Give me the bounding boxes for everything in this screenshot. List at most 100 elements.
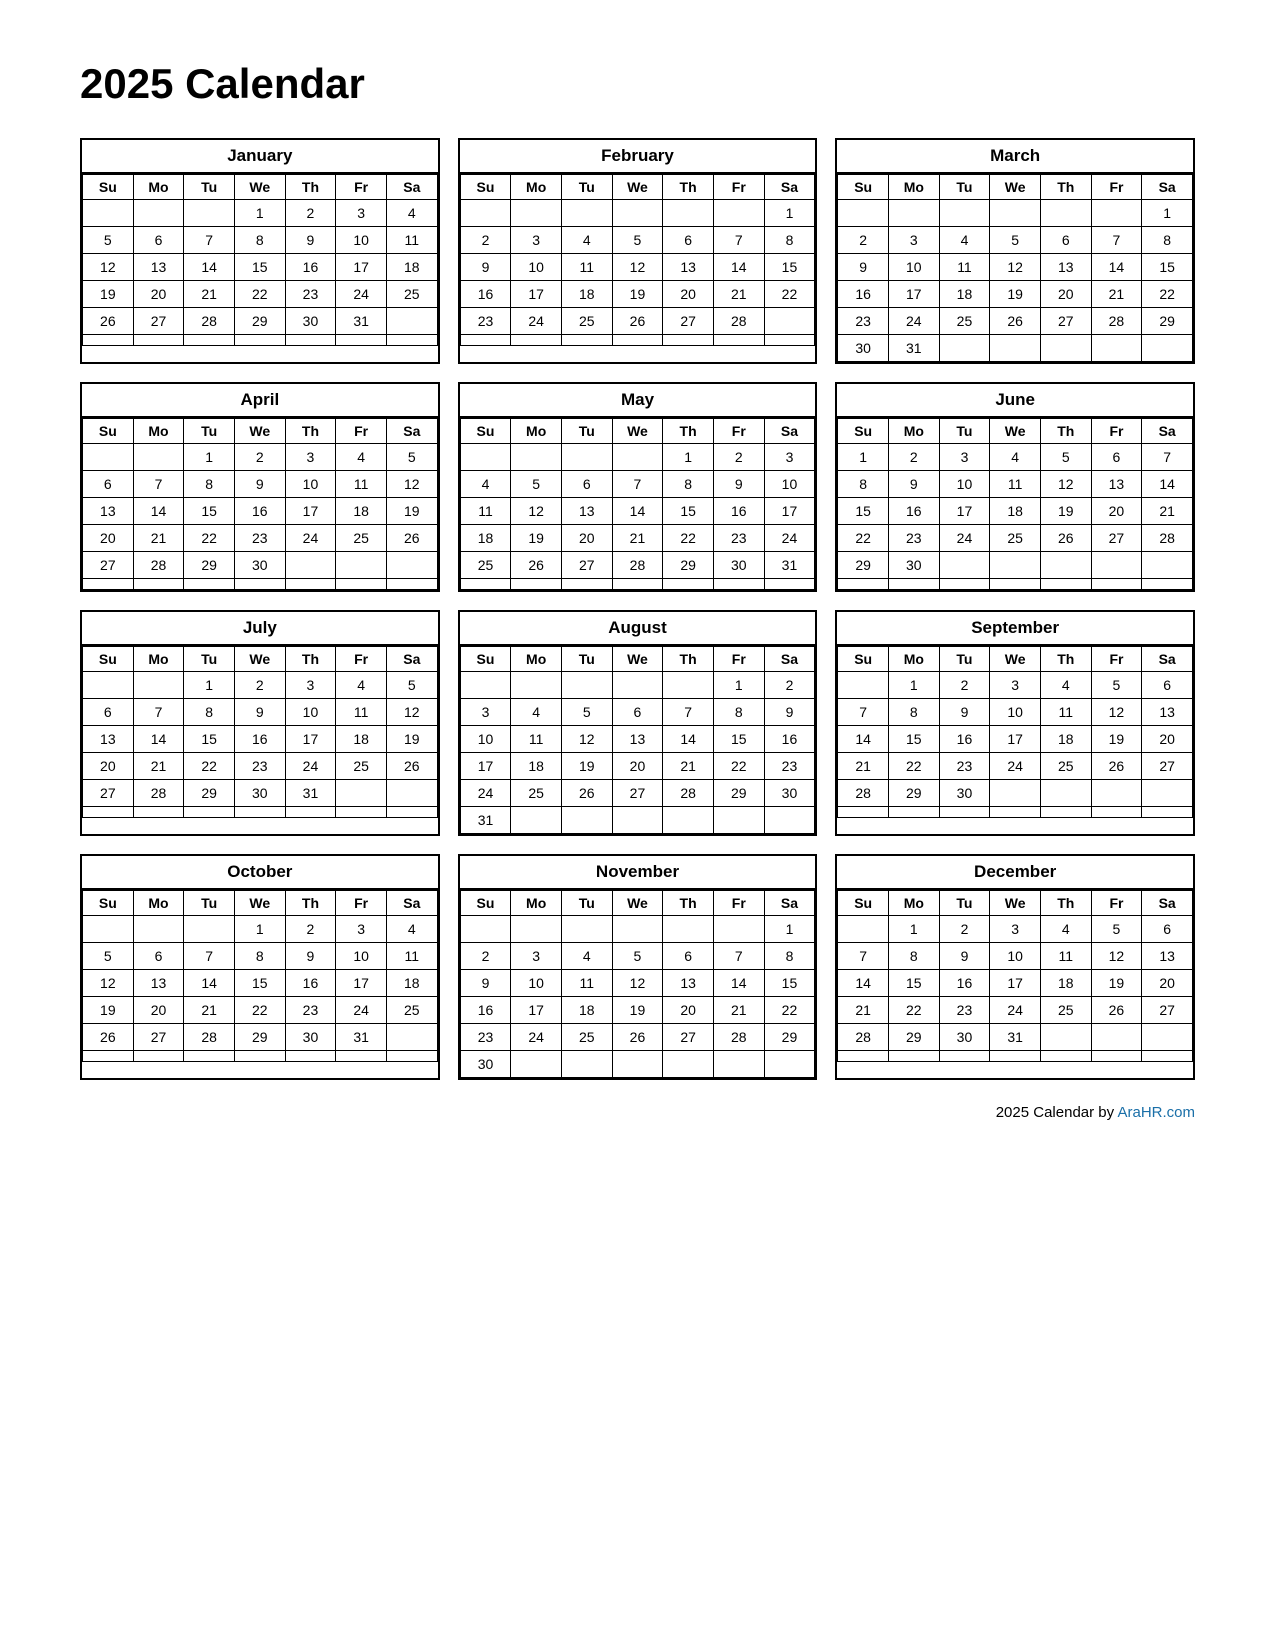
calendar-day <box>511 444 562 471</box>
day-header-tu: Tu <box>561 891 612 916</box>
calendar-day: 13 <box>663 254 714 281</box>
calendar-day <box>990 200 1041 227</box>
calendar-day: 7 <box>713 227 764 254</box>
day-header-tu: Tu <box>184 419 235 444</box>
calendar-day: 18 <box>386 254 437 281</box>
calendar-day: 14 <box>1091 254 1142 281</box>
calendar-day <box>663 1051 714 1078</box>
month-march: MarchSuMoTuWeThFrSa123456789101112131415… <box>835 138 1195 364</box>
calendar-day: 13 <box>1091 471 1142 498</box>
table-row: 2345678 <box>460 227 815 254</box>
calendar-day: 16 <box>764 726 815 753</box>
calendar-day <box>713 200 764 227</box>
calendar-day: 6 <box>1040 227 1091 254</box>
calendar-day: 7 <box>133 471 184 498</box>
calendar-day: 11 <box>1040 699 1091 726</box>
month-title-january: January <box>82 140 438 174</box>
calendar-day: 24 <box>285 525 336 552</box>
day-header-th: Th <box>663 891 714 916</box>
day-header-sa: Sa <box>764 647 815 672</box>
calendar-day: 28 <box>713 308 764 335</box>
calendar-day <box>133 335 184 346</box>
calendar-day <box>285 807 336 818</box>
calendar-day: 30 <box>939 1024 990 1051</box>
calendar-day: 10 <box>511 254 562 281</box>
calendar-day <box>939 552 990 579</box>
calendar-day <box>561 579 612 590</box>
calendar-day <box>713 579 764 590</box>
calendar-day: 25 <box>561 1024 612 1051</box>
calendar-day: 12 <box>83 254 134 281</box>
calendar-day: 19 <box>1040 498 1091 525</box>
calendar-day <box>511 335 562 346</box>
calendar-day <box>460 444 511 471</box>
table-row <box>83 807 438 818</box>
calendar-day: 15 <box>184 498 235 525</box>
calendar-day: 1 <box>234 200 285 227</box>
calendar-day: 28 <box>1142 525 1193 552</box>
day-header-th: Th <box>663 419 714 444</box>
calendar-day: 19 <box>990 281 1041 308</box>
day-header-fr: Fr <box>1091 175 1142 200</box>
calendar-day: 14 <box>184 254 235 281</box>
calendar-day <box>234 1051 285 1062</box>
month-october: OctoberSuMoTuWeThFrSa1234567891011121314… <box>80 854 440 1080</box>
calendar-day <box>460 672 511 699</box>
calendar-day <box>1040 200 1091 227</box>
calendar-day: 15 <box>234 254 285 281</box>
day-header-mo: Mo <box>888 891 939 916</box>
calendar-day: 26 <box>1091 997 1142 1024</box>
calendar-day <box>1040 579 1091 590</box>
calendar-day <box>133 200 184 227</box>
calendar-day: 25 <box>386 281 437 308</box>
calendar-day <box>184 579 235 590</box>
calendar-day <box>1091 552 1142 579</box>
day-header-we: We <box>234 175 285 200</box>
calendar-day: 20 <box>1091 498 1142 525</box>
calendar-day <box>133 672 184 699</box>
calendar-day: 4 <box>336 444 387 471</box>
calendar-day: 12 <box>386 471 437 498</box>
calendar-day <box>184 335 235 346</box>
calendar-day: 12 <box>612 970 663 997</box>
table-row: 13141516171819 <box>83 726 438 753</box>
calendar-day <box>386 780 437 807</box>
day-header-su: Su <box>838 647 889 672</box>
calendar-day <box>1142 335 1193 362</box>
calendar-day: 20 <box>561 525 612 552</box>
calendar-day: 24 <box>764 525 815 552</box>
calendar-day: 11 <box>460 498 511 525</box>
calendar-day <box>612 1051 663 1078</box>
day-header-sa: Sa <box>1142 647 1193 672</box>
footer-link[interactable]: AraHR.com <box>1117 1104 1195 1121</box>
calendar-day: 21 <box>184 281 235 308</box>
month-june: JuneSuMoTuWeThFrSa1234567891011121314151… <box>835 382 1195 592</box>
calendar-day: 29 <box>888 1024 939 1051</box>
calendar-day: 18 <box>336 498 387 525</box>
table-row: 1234 <box>83 200 438 227</box>
calendar-day: 12 <box>83 970 134 997</box>
calendar-day <box>561 807 612 834</box>
calendar-day: 8 <box>1142 227 1193 254</box>
day-header-sa: Sa <box>764 419 815 444</box>
calendar-day: 13 <box>1142 699 1193 726</box>
calendar-day: 23 <box>460 308 511 335</box>
calendar-day <box>285 1051 336 1062</box>
calendar-day <box>838 579 889 590</box>
calendar-day: 3 <box>990 916 1041 943</box>
month-title-march: March <box>837 140 1193 174</box>
calendar-day <box>1091 200 1142 227</box>
calendar-day <box>888 200 939 227</box>
day-header-we: We <box>612 175 663 200</box>
calendar-day: 23 <box>838 308 889 335</box>
table-row: 1234567 <box>838 444 1193 471</box>
calendar-day: 1 <box>184 444 235 471</box>
calendar-day <box>663 672 714 699</box>
calendar-day: 21 <box>1142 498 1193 525</box>
calendar-day: 17 <box>336 970 387 997</box>
calendar-day: 19 <box>386 726 437 753</box>
month-title-august: August <box>460 612 816 646</box>
calendar-day: 6 <box>1142 672 1193 699</box>
calendar-day: 3 <box>511 227 562 254</box>
day-header-th: Th <box>285 891 336 916</box>
